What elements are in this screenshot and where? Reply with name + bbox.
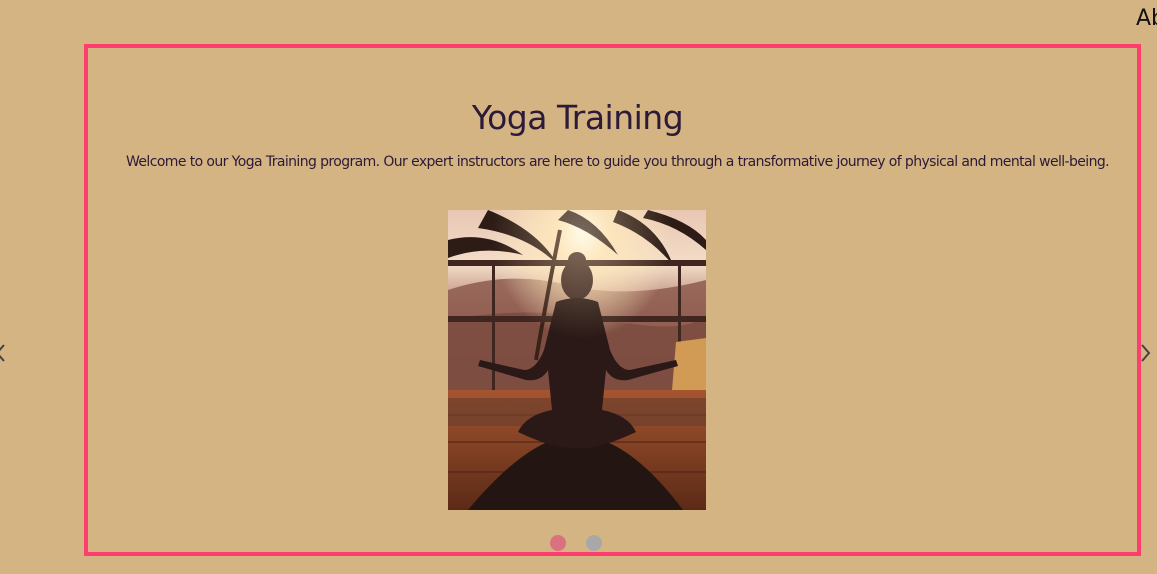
carousel-next-button[interactable]	[1138, 339, 1152, 367]
chevron-left-icon	[0, 344, 5, 362]
yoga-meditation-photo	[448, 210, 706, 510]
carousel-indicator-2[interactable]	[586, 535, 602, 551]
page: Ab Yoga Training Welcome to our Yoga Tra…	[0, 0, 1157, 574]
slide-description: Welcome to our Yoga Training program. Ou…	[126, 154, 1110, 170]
carousel-prev-button[interactable]	[0, 339, 8, 367]
chevron-right-icon	[1141, 344, 1151, 362]
carousel-indicator-1[interactable]	[550, 535, 566, 551]
slide-title: Yoga Training	[471, 98, 684, 137]
nav-link-partial[interactable]: Ab	[1136, 6, 1157, 31]
carousel-indicators	[550, 535, 602, 551]
carousel-slide-card: Yoga Training Welcome to our Yoga Traini…	[84, 44, 1141, 556]
